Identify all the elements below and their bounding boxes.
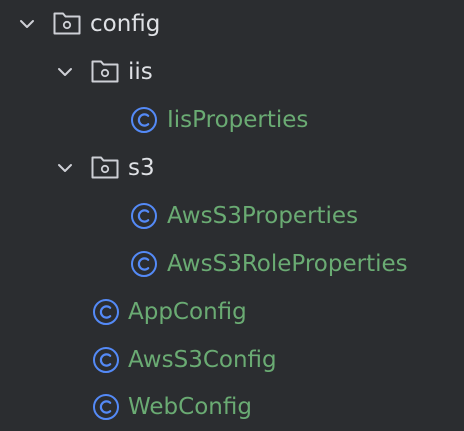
tree-item-label: IisProperties: [167, 107, 309, 133]
tree-item-label: iis: [128, 59, 153, 85]
tree-row-s3[interactable]: s3: [0, 144, 464, 192]
folder-icon: [91, 60, 119, 83]
folder-icon: [53, 12, 81, 35]
tree-row-app-config[interactable]: AppConfig: [0, 288, 464, 336]
class-icon: [93, 394, 119, 420]
tree-row-aws-s3-properties[interactable]: AwsS3Properties: [0, 192, 464, 240]
chevron-down-icon[interactable]: [55, 158, 75, 178]
tree-item-label: s3: [128, 155, 155, 181]
tree-item-label: WebConfig: [128, 394, 252, 420]
tree-item-label: AwsS3RoleProperties: [167, 251, 408, 277]
tree-row-iis[interactable]: iis: [0, 48, 464, 96]
tree-row-web-config[interactable]: WebConfig: [0, 383, 464, 431]
tree-item-label: config: [90, 11, 161, 37]
chevron-down-icon[interactable]: [55, 62, 75, 82]
class-icon: [131, 251, 157, 277]
tree-row-aws-s3-role-properties[interactable]: AwsS3RoleProperties: [0, 240, 464, 288]
class-icon: [93, 299, 119, 325]
tree-row-aws-s3-config[interactable]: AwsS3Config: [0, 336, 464, 384]
class-icon: [93, 347, 119, 373]
tree-row-iis-properties[interactable]: IisProperties: [0, 96, 464, 144]
class-icon: [131, 203, 157, 229]
chevron-down-icon[interactable]: [17, 14, 37, 34]
project-tree: config iis IisProperties s3 AwsS3Propert…: [0, 0, 464, 430]
tree-row-config[interactable]: config: [0, 0, 464, 48]
class-icon: [131, 107, 157, 133]
folder-icon: [91, 156, 119, 179]
tree-item-label: AppConfig: [128, 299, 247, 325]
tree-item-label: AwsS3Config: [128, 347, 277, 373]
tree-item-label: AwsS3Properties: [167, 203, 359, 229]
